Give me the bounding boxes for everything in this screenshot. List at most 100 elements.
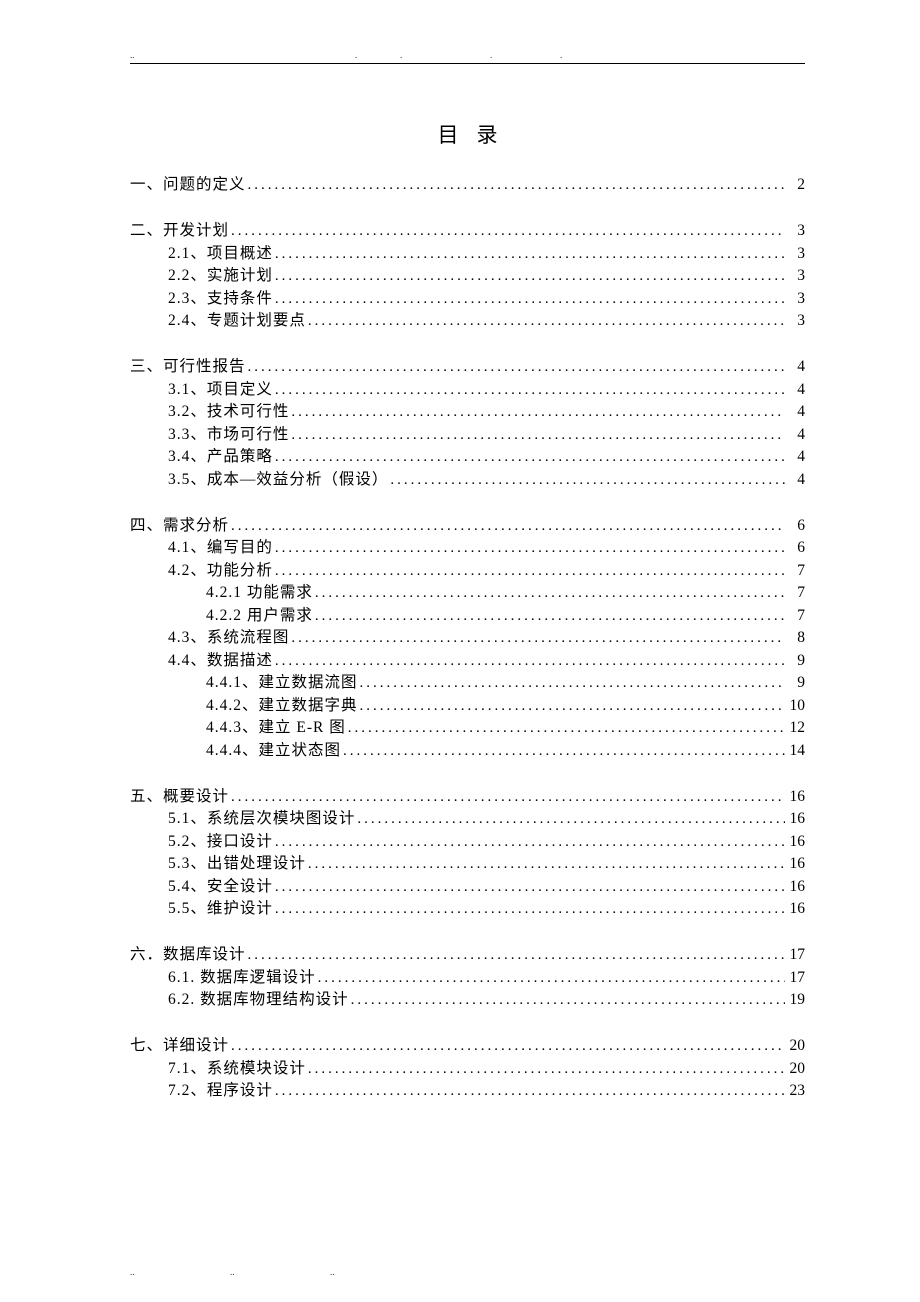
toc-entry: 4.2、功能分析 7 [130,563,805,579]
toc-entry-page: 4 [785,427,805,443]
toc-dots [273,564,785,579]
toc-dots [229,790,785,805]
toc-entry-page: 6 [785,518,805,534]
toc-dots [313,586,785,601]
toc-dots [355,812,785,827]
toc-dots [346,721,785,736]
toc-entry-label: 4.4.1、建立数据流图 [206,675,358,691]
toc-entry-page: 20 [785,1038,805,1054]
toc-entry-label: 3.5、成本—效益分析（假设） [168,472,388,488]
toc-entry-page: 17 [785,947,805,963]
toc-dots [273,835,785,850]
toc-entry-page: 4 [785,472,805,488]
toc-entry-label: 3.4、产品策略 [168,449,273,465]
toc-entry-page: 10 [785,698,805,714]
toc-entry-label: 2.2、实施计划 [168,268,273,284]
toc-entry: 3.4、产品策略 4 [130,449,805,465]
toc-dots [358,699,785,714]
toc-dots [349,993,785,1008]
toc-entry-label: 4.3、系统流程图 [168,630,289,646]
toc-dots [388,473,785,488]
toc-entry-label: 4.4.2、建立数据字典 [206,698,358,714]
toc-entry: 5.3、出错处理设计 16 [130,856,805,872]
toc-entry-label: 七、详细设计 [130,1038,229,1054]
footer-mark: .. [330,1267,335,1277]
header-mark: . [400,50,402,60]
page-header-line: .. . . . . [130,50,805,64]
toc-section: 一、问题的定义2 [130,177,805,193]
toc-entry-page: 16 [785,879,805,895]
toc-entry-page: 3 [785,291,805,307]
toc-entry-label: 5.2、接口设计 [168,834,273,850]
toc-dots [306,857,785,872]
toc-entry: 六．数据库设计 17 [130,947,805,963]
toc-entry-page: 4 [785,449,805,465]
toc-entry-label: 4.2.1 功能需求 [206,585,313,601]
toc-entry-page: 14 [785,743,805,759]
toc-dots [273,654,785,669]
toc-dots [306,314,785,329]
toc-entry: 2.1、项目概述 3 [130,246,805,262]
toc-entry-label: 7.2、程序设计 [168,1083,273,1099]
toc-dots [289,428,785,443]
toc-entry: 二、开发计划3 [130,223,805,239]
toc-entry: 5.4、安全设计 16 [130,879,805,895]
toc-dots [289,405,785,420]
toc-dots [246,360,785,375]
toc-section: 二、开发计划3 2.1、项目概述 3 2.2、实施计划 3 2.3、支持条件 3 2.4… [130,223,805,329]
toc-entry-label: 四、需求分析 [130,518,229,534]
toc-entry: 4.4.2、建立数据字典 10 [130,698,805,714]
table-of-contents: 一、问题的定义2 二、开发计划3 2.1、项目概述 3 2.2、实施计划 3 2.3、支… [130,177,805,1099]
toc-entry-page: 4 [785,404,805,420]
toc-dots [273,247,785,262]
header-mark: .. [130,50,135,60]
toc-section: 五、概要设计165.1、系统层次模块图设计 165.2、接口设计 165.3、出… [130,789,805,918]
toc-dots [229,224,785,239]
toc-entry-label: 4.2、功能分析 [168,563,273,579]
toc-entry-page: 2 [785,177,805,193]
toc-entry-label: 5.5、维护设计 [168,901,273,917]
toc-entry-page: 3 [785,246,805,262]
toc-dots [273,292,785,307]
toc-entry-label: 4.1、编写目的 [168,540,273,556]
toc-dots [246,948,785,963]
toc-dots [358,676,785,691]
toc-entry: 4.1、编写目的 6 [130,540,805,556]
toc-entry-label: 4.4、数据描述 [168,653,273,669]
toc-entry: 6.2. 数据库物理结构设计 19 [130,992,805,1008]
toc-entry: 2.4、专题计划要点 3 [130,313,805,329]
toc-entry-label: 4.4.3、建立 E-R 图 [206,720,346,736]
toc-entry: 4.4.3、建立 E-R 图12 [130,720,805,736]
toc-entry-label: 六．数据库设计 [130,947,246,963]
toc-entry-page: 16 [785,856,805,872]
footer-mark: .. [230,1267,235,1277]
toc-entry-page: 7 [785,585,805,601]
toc-entry-label: 5.3、出错处理设计 [168,856,306,872]
toc-entry: 5.5、维护设计 16 [130,901,805,917]
document-page: .. . . . . 目录 一、问题的定义2 二、开发计划3 2.1、项目概述 3 2… [0,0,920,1179]
toc-entry: 4.2.1 功能需求 7 [130,585,805,601]
toc-title: 目录 [130,119,805,149]
toc-entry-label: 三、可行性报告 [130,359,246,375]
toc-entry-label: 5.1、系统层次模块图设计 [168,811,355,827]
toc-dots [273,902,785,917]
toc-entry-page: 17 [785,970,805,986]
toc-entry-page: 4 [785,359,805,375]
toc-entry: 6.1. 数据库逻辑设计 17 [130,970,805,986]
toc-dots [246,178,785,193]
toc-entry-page: 6 [785,540,805,556]
toc-entry-page: 4 [785,382,805,398]
toc-entry: 4.3、系统流程图 8 [130,630,805,646]
toc-entry-page: 16 [785,834,805,850]
toc-dots [289,631,785,646]
header-mark: . [355,50,357,60]
toc-entry-label: 2.4、专题计划要点 [168,313,306,329]
footer-mark: .. [130,1267,135,1277]
toc-dots [306,1062,785,1077]
toc-section: 三、可行性报告43.1、项目定义 43.2、技术可行性 43.3、市场可行性 4… [130,359,805,488]
toc-entry-label: 2.3、支持条件 [168,291,273,307]
toc-dots [341,744,785,759]
toc-entry-page: 7 [785,608,805,624]
toc-entry: 7.2、程序设计 23 [130,1083,805,1099]
toc-entry-page: 23 [785,1083,805,1099]
